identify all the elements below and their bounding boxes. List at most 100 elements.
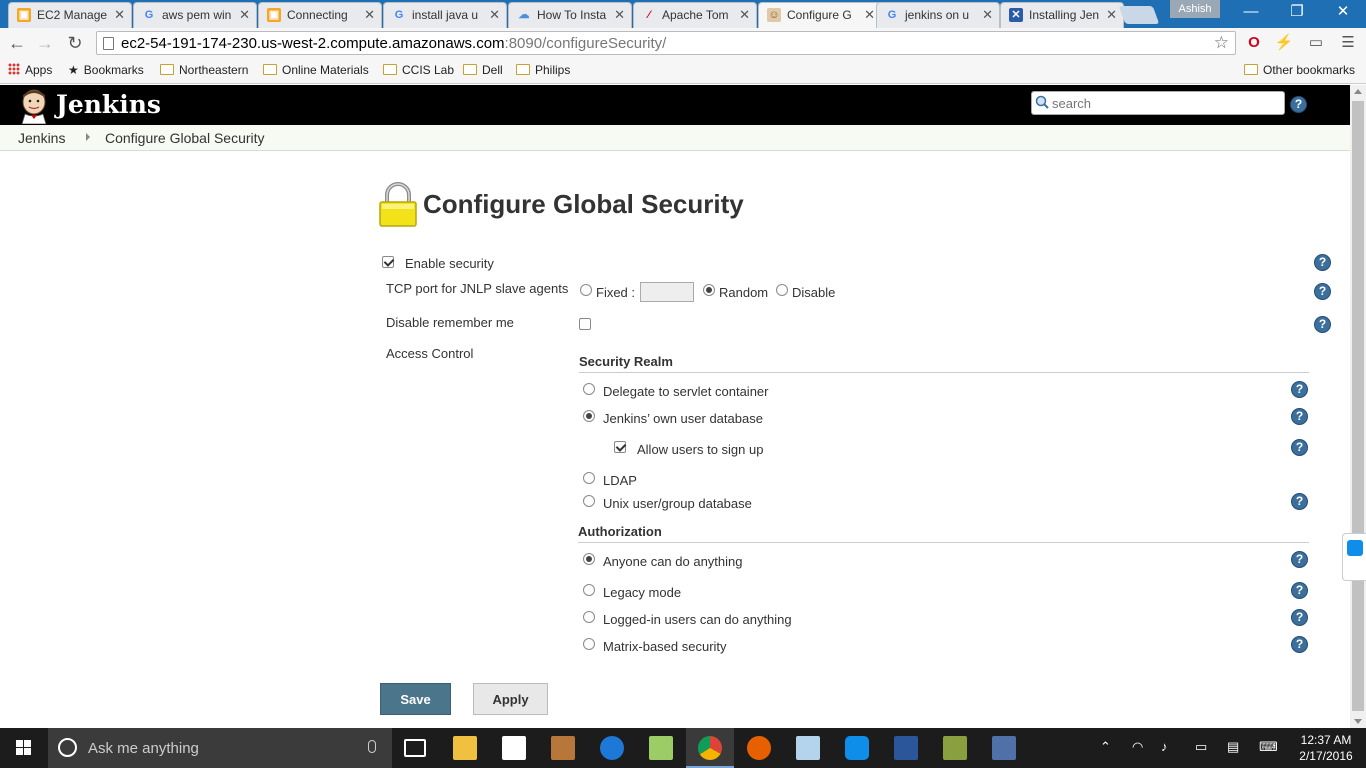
help-icon[interactable] [1291, 636, 1308, 653]
browser-tab-aws-pem[interactable]: G aws pem win ✕ [133, 2, 257, 28]
close-icon[interactable]: ✕ [1106, 3, 1117, 27]
jnlp-fixed-port-input[interactable] [640, 282, 694, 302]
bookmark-bookmarks[interactable]: ★ Bookmarks [68, 63, 144, 77]
breadcrumb-configure-global-security[interactable]: Configure Global Security [105, 130, 265, 146]
help-icon[interactable] [1291, 408, 1308, 425]
cortana-search-box[interactable]: Ask me anything [48, 728, 392, 768]
close-icon[interactable]: ✕ [739, 3, 750, 27]
cast-icon[interactable]: ▭ [1306, 33, 1326, 53]
disable-remember-me-checkbox[interactable] [579, 318, 591, 330]
notes-icon[interactable] [796, 736, 820, 760]
bookmark-apps[interactable]: Apps [8, 63, 52, 77]
browser-tab-install-java[interactable]: G install java u ✕ [383, 2, 507, 28]
auth-anyone-label[interactable]: Anyone can do anything [603, 554, 743, 569]
bookmark-dell[interactable]: Dell [463, 63, 503, 77]
close-icon[interactable]: ✕ [614, 3, 625, 27]
page-scrollbar[interactable] [1350, 85, 1366, 728]
close-icon[interactable]: ✕ [982, 3, 993, 27]
jenkins-title[interactable]: Jenkins [56, 90, 161, 119]
jnlp-disable-label[interactable]: Disable [792, 285, 835, 300]
help-icon[interactable] [1291, 582, 1308, 599]
apply-button[interactable]: Apply [473, 683, 548, 715]
breadcrumb-jenkins[interactable]: Jenkins [18, 130, 65, 146]
close-icon[interactable]: ✕ [864, 3, 875, 27]
scroll-down-icon[interactable] [1354, 719, 1362, 724]
profile-button[interactable]: Ashish [1170, 0, 1220, 18]
allow-signup-checkbox[interactable] [614, 441, 626, 453]
jenkins-search[interactable] [1031, 91, 1285, 115]
putty-icon[interactable] [992, 736, 1016, 760]
teamviewer-taskbar-icon[interactable] [845, 736, 869, 760]
file-explorer-icon[interactable] [453, 736, 477, 760]
firefox-icon[interactable] [747, 736, 771, 760]
window-close-icon[interactable]: ✕ [1320, 0, 1366, 26]
photos-icon[interactable] [649, 736, 673, 760]
realm-own-database-label[interactable]: Jenkins’ own user database [603, 411, 763, 426]
browser-tab-configure-global-security[interactable]: ☺ Configure G ✕ [758, 2, 882, 28]
forward-arrow-icon[interactable]: → [34, 32, 56, 54]
browser-tab-apache-tomcat[interactable]: ⁄ Apache Tom ✕ [633, 2, 757, 28]
allow-signup-label[interactable]: Allow users to sign up [637, 442, 763, 457]
auth-logged-in-radio[interactable] [583, 611, 595, 623]
jnlp-fixed-label[interactable]: Fixed : [596, 285, 635, 300]
enable-security-label[interactable]: Enable security [405, 256, 494, 271]
volume-icon[interactable]: ♪ [1161, 739, 1168, 754]
close-icon[interactable]: ✕ [364, 3, 375, 27]
help-icon[interactable] [1314, 316, 1331, 333]
close-icon[interactable]: ✕ [239, 3, 250, 27]
search-input[interactable] [1052, 94, 1277, 112]
close-icon[interactable]: ✕ [114, 3, 125, 27]
help-icon[interactable] [1314, 283, 1331, 300]
tray-chevron-up-icon[interactable]: ⌃ [1100, 739, 1111, 755]
browser-tab-how-to-install[interactable]: ☁ How To Insta ✕ [508, 2, 632, 28]
battery-icon[interactable]: ▭ [1195, 739, 1207, 755]
store-icon[interactable] [502, 736, 526, 760]
help-icon[interactable] [1314, 254, 1331, 271]
address-bar[interactable]: ec2-54-191-174-230.us-west-2.compute.ama… [96, 31, 1236, 55]
help-icon[interactable] [1291, 493, 1308, 510]
realm-delegate-radio[interactable] [583, 383, 595, 395]
help-icon[interactable] [1291, 609, 1308, 626]
realm-ldap-label[interactable]: LDAP [603, 473, 637, 488]
bookmark-online-materials[interactable]: Online Materials [263, 63, 369, 77]
browser-tab-ec2[interactable]: ▣ EC2 Manage ✕ [8, 2, 132, 28]
other-bookmarks[interactable]: Other bookmarks [1244, 63, 1355, 77]
bookmark-star-icon[interactable]: ☆ [1214, 33, 1229, 53]
browser-tab-installing-jenkins[interactable]: ✕ Installing Jen ✕ [1000, 2, 1124, 28]
word-icon[interactable] [894, 736, 918, 760]
jnlp-disable-radio[interactable] [776, 284, 788, 296]
auth-matrix-label[interactable]: Matrix-based security [603, 639, 727, 654]
new-tab-button[interactable] [1118, 6, 1160, 24]
url-text[interactable]: ec2-54-191-174-230.us-west-2.compute.ama… [121, 35, 666, 52]
lightning-extension-icon[interactable]: ⚡ [1274, 33, 1294, 53]
minimize-icon[interactable]: — [1228, 0, 1274, 26]
close-icon[interactable]: ✕ [489, 3, 500, 27]
bookmark-ccis-lab[interactable]: CCIS Lab [383, 63, 454, 77]
jnlp-random-radio[interactable] [703, 284, 715, 296]
microphone-icon[interactable] [368, 740, 376, 753]
realm-own-database-radio[interactable] [583, 410, 595, 422]
scroll-up-icon[interactable] [1354, 89, 1362, 94]
teamviewer-side-tab[interactable] [1342, 533, 1366, 581]
help-icon[interactable] [1291, 551, 1308, 568]
auth-legacy-radio[interactable] [583, 584, 595, 596]
browser-tab-connecting[interactable]: ▣ Connecting ✕ [258, 2, 382, 28]
bookmark-northeastern[interactable]: Northeastern [160, 63, 248, 77]
realm-unix-label[interactable]: Unix user/group database [603, 496, 752, 511]
help-icon[interactable] [1290, 96, 1307, 113]
auth-logged-in-label[interactable]: Logged-in users can do anything [603, 612, 792, 627]
chrome-menu-icon[interactable]: ☰ [1338, 33, 1358, 53]
task-view-icon[interactable] [404, 739, 426, 757]
notifications-icon[interactable]: ▤ [1227, 739, 1239, 755]
auth-legacy-label[interactable]: Legacy mode [603, 585, 681, 600]
putty-gen-icon[interactable] [943, 736, 967, 760]
jenkins-butler-logo-icon[interactable] [18, 88, 50, 124]
auth-matrix-radio[interactable] [583, 638, 595, 650]
windows-start-icon[interactable] [0, 728, 48, 768]
reload-icon[interactable]: ↻ [64, 32, 86, 54]
jnlp-fixed-radio[interactable] [580, 284, 592, 296]
chrome-icon[interactable] [698, 736, 722, 760]
edge-icon[interactable] [600, 736, 624, 760]
scrollbar-thumb[interactable] [1352, 101, 1364, 711]
back-arrow-icon[interactable]: ← [6, 32, 28, 54]
